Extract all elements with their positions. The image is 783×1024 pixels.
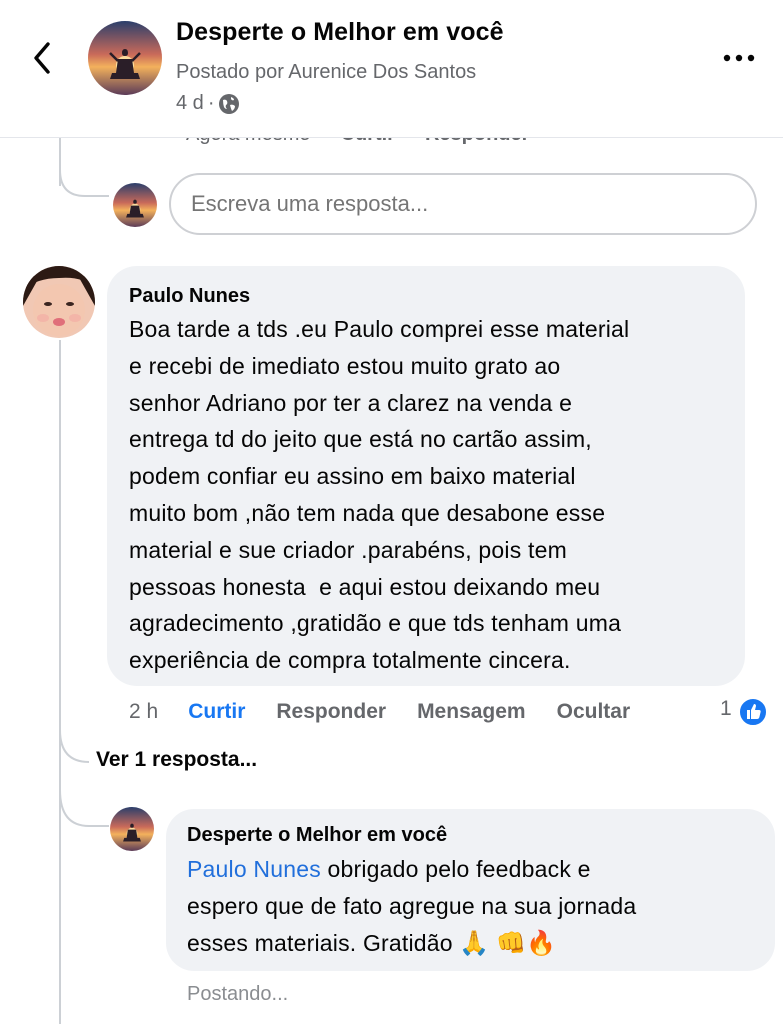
reply-author-avatar[interactable] <box>110 807 154 851</box>
reply-bubble: Desperte o Melhor em você Paulo Nunes ob… <box>166 809 775 971</box>
previous-like-button[interactable]: Curtir <box>341 137 395 146</box>
reaction-count[interactable]: 1 <box>720 697 732 721</box>
post-meta: 4 d · <box>176 92 240 115</box>
like-button[interactable]: Curtir <box>188 700 245 724</box>
thread-curve-top <box>59 170 109 197</box>
reply-emojis: 🙏 👊🔥 <box>459 929 557 957</box>
globe-icon <box>219 93 240 114</box>
thread-curve-reply <box>59 790 109 827</box>
thread-curve-view-replies <box>59 730 90 763</box>
posting-status: Postando... <box>187 983 289 1005</box>
post-header: Desperte o Melhor em você Postado por Au… <box>0 0 783 138</box>
reply-input[interactable] <box>169 173 757 235</box>
page-title[interactable]: Desperte o Melhor em você <box>176 18 504 47</box>
view-replies-link[interactable]: Ver 1 resposta... <box>96 748 257 772</box>
thread-line-main <box>59 340 61 1024</box>
meta-separator: · <box>207 92 215 114</box>
reaction-badge[interactable] <box>738 697 768 727</box>
reply-text-line1: obrigado pelo feedback e <box>320 856 591 882</box>
reply-text-line3: esses materiais. Gratidão <box>187 929 460 956</box>
page-avatar[interactable] <box>88 21 162 95</box>
reply-button[interactable]: Responder <box>276 700 386 724</box>
composer-avatar <box>113 183 157 227</box>
reply-text-line2: espero que de fato agregue na sua jornad… <box>187 892 637 919</box>
hide-button[interactable]: Ocultar <box>557 700 631 724</box>
previous-comment-actions: Agora mesmo Curtir Responder <box>0 137 783 149</box>
reply-mention[interactable]: Paulo Nunes <box>187 856 321 882</box>
chevron-left-icon <box>34 42 50 74</box>
commenter-avatar[interactable] <box>23 266 95 338</box>
more-options-button[interactable] <box>718 44 760 72</box>
back-button[interactable] <box>28 38 60 78</box>
posted-by-text: Postado por Aurenice Dos Santos <box>176 61 477 83</box>
comment-text: Boa tarde a tds .eu Paulo comprei esse m… <box>129 316 630 674</box>
more-horizontal-icon <box>723 54 755 62</box>
commenter-photo <box>23 266 95 338</box>
thumbs-up-icon <box>747 704 761 719</box>
reply-author[interactable]: Desperte o Melhor em você <box>187 824 447 847</box>
page-avatar-image <box>88 21 162 95</box>
comment-author[interactable]: Paulo Nunes <box>129 285 250 308</box>
comment-actions: 2 h Curtir Responder Mensagem Ocultar <box>129 697 630 727</box>
previous-time: Agora mesmo <box>186 137 311 146</box>
message-button[interactable]: Mensagem <box>417 700 526 724</box>
reply-text: Paulo Nunes obrigado pelo feedback e esp… <box>187 851 636 962</box>
comment-time: 2 h <box>129 700 159 723</box>
previous-reply-button[interactable]: Responder <box>425 137 529 146</box>
post-time: 4 d <box>176 92 204 114</box>
comment-bubble: Paulo Nunes Boa tarde a tds .eu Paulo co… <box>107 266 745 686</box>
